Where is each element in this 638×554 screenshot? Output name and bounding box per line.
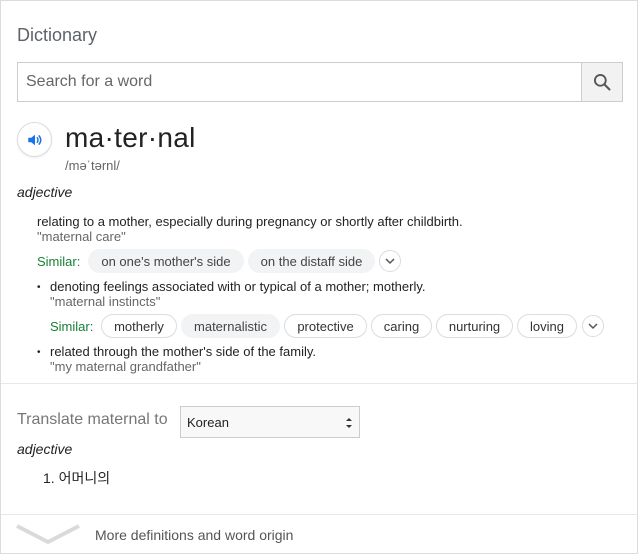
chevron-down-icon xyxy=(588,323,598,330)
example: "my maternal grandfather" xyxy=(50,359,201,374)
similar-chip[interactable]: motherly xyxy=(101,314,177,338)
more-definitions-link[interactable]: More definitions and word origin xyxy=(95,527,293,543)
search-button[interactable] xyxy=(581,63,622,101)
dictionary-card: Dictionary ma·ter·nal /məˈtərnl/ adjecti… xyxy=(0,0,638,554)
expand-similar-button[interactable] xyxy=(582,315,604,337)
bullet: • xyxy=(37,347,41,358)
part-of-speech: adjective xyxy=(17,184,73,200)
divider xyxy=(1,383,638,384)
chevron-down-icon[interactable] xyxy=(15,520,81,548)
translation-item: 1. 어머니의 xyxy=(43,468,110,488)
translation-text: 어머니의 xyxy=(58,470,111,486)
speaker-icon xyxy=(27,134,42,145)
expand-similar-button[interactable] xyxy=(379,250,401,272)
definition: relating to a mother, especially during … xyxy=(37,214,463,229)
search-input[interactable] xyxy=(18,63,582,101)
language-select-value: Korean xyxy=(187,414,229,430)
translation-number: 1. xyxy=(43,470,55,486)
divider xyxy=(1,514,638,515)
similar-chip[interactable]: nurturing xyxy=(436,314,513,338)
similar-chip[interactable]: protective xyxy=(284,314,367,338)
similar-label: Similar: xyxy=(37,254,81,269)
search-icon xyxy=(594,74,611,91)
similar-chip[interactable]: loving xyxy=(517,314,577,338)
headword: ma·ter·nal xyxy=(65,122,196,153)
translate-part-of-speech: adjective xyxy=(17,441,73,457)
definition: related through the mother's side of the… xyxy=(50,344,316,359)
translate-label: Translate maternal to xyxy=(17,411,168,428)
pronounce-button[interactable] xyxy=(17,122,52,157)
example: "maternal instincts" xyxy=(50,294,161,309)
search-box xyxy=(17,62,623,102)
similar-chip[interactable]: maternalistic xyxy=(181,314,280,338)
example: "maternal care" xyxy=(37,229,126,244)
bullet: • xyxy=(37,282,41,293)
similar-chip[interactable]: on one's mother's side xyxy=(88,249,244,273)
definition: denoting feelings associated with or typ… xyxy=(50,279,426,294)
updown-arrows-icon xyxy=(346,418,352,428)
similar-chip[interactable]: on the distaff side xyxy=(248,249,375,273)
language-select[interactable]: Korean xyxy=(180,406,360,438)
similar-chip[interactable]: caring xyxy=(371,314,432,338)
similar-label: Similar: xyxy=(50,319,94,334)
card-title: Dictionary xyxy=(17,25,98,45)
phonetic: /məˈtərnl/ xyxy=(65,158,120,173)
chevron-down-icon xyxy=(385,258,395,265)
